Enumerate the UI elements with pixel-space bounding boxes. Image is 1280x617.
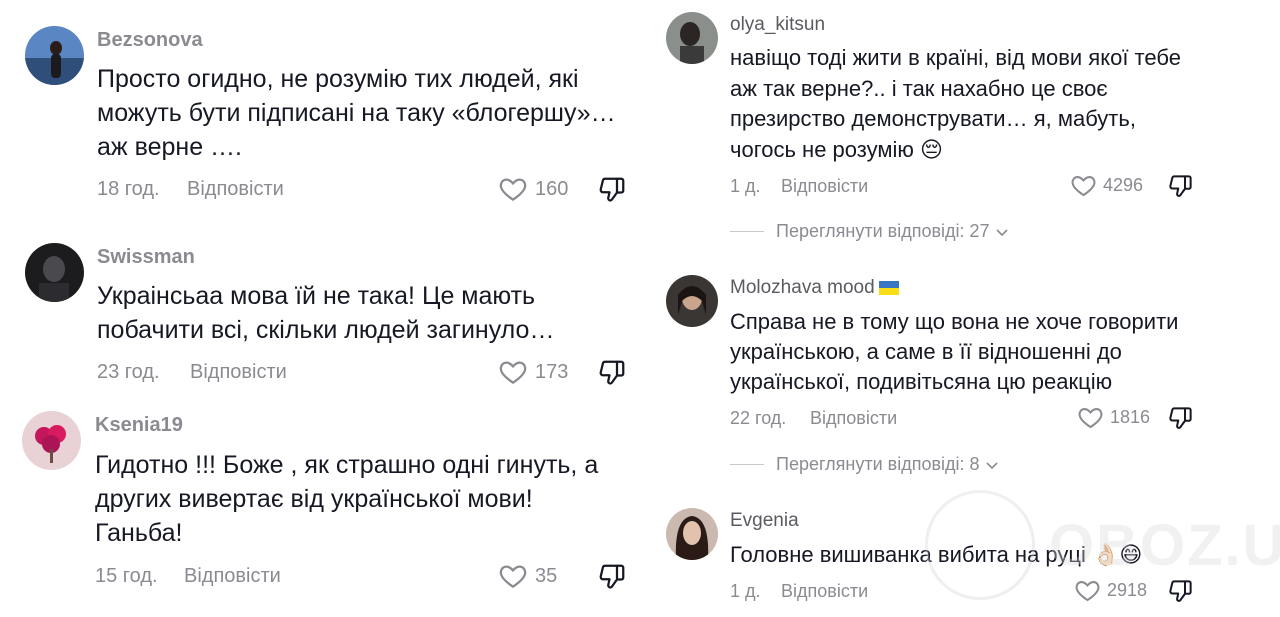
reply-button[interactable]: Відповісти — [781, 176, 868, 197]
avatar[interactable] — [666, 12, 718, 64]
watermark-circle-icon — [925, 490, 1035, 600]
reply-button[interactable]: Відповісти — [187, 178, 284, 201]
divider — [730, 464, 764, 465]
watermark-logo: OBOZ.UA — [925, 490, 1280, 600]
like-button[interactable]: 35 — [498, 561, 557, 591]
username[interactable]: Evgenia — [730, 510, 799, 532]
like-button[interactable]: 160 — [498, 174, 568, 204]
chevron-down-icon — [995, 228, 1008, 236]
dislike-icon — [1169, 175, 1192, 197]
chevron-down-icon — [985, 461, 998, 469]
dislike-button[interactable] — [1167, 405, 1194, 437]
timestamp: 22 год. — [730, 408, 787, 428]
comment-line: Справа не в тому що вона не хоче говорит… — [730, 309, 1179, 334]
comment-line: других вивертає від української мови! — [95, 485, 533, 513]
reply-button[interactable]: Відповісти — [810, 408, 897, 429]
view-replies-button[interactable]: Переглянути відповіді: 8 — [730, 454, 1000, 475]
dislike-icon — [599, 177, 625, 202]
heart-icon — [499, 178, 527, 201]
timestamp: 1 д. — [730, 176, 761, 196]
timestamp: 15 год. — [95, 565, 158, 587]
dislike-button[interactable] — [1167, 173, 1194, 205]
comment-text: Гидотно !!! Боже , як страшно одні гинут… — [95, 448, 598, 550]
comment-line: українською, а саме в її відношенні до — [730, 339, 1122, 364]
heart-icon — [1071, 176, 1096, 197]
comment-line: української, подивітьсяна цю реакцію — [730, 369, 1113, 394]
watermark-text: OBOZ.UA — [1049, 512, 1280, 578]
view-replies-label: Переглянути відповіді: 8 — [776, 454, 980, 474]
comment-text: Украінсьаа мова їй не така! Це мають поб… — [97, 279, 554, 347]
comment-line: навіщо тоді жити в країні, від мови якої… — [730, 45, 1181, 70]
comment-line: побачити всі, скільки людей загинуло… — [97, 316, 555, 344]
reply-button[interactable]: Відповісти — [184, 565, 281, 588]
username[interactable]: Swissman — [97, 246, 195, 269]
username[interactable]: Ksenia19 — [95, 414, 183, 437]
comment-line: Ганьба! — [95, 519, 183, 547]
avatar[interactable] — [25, 26, 84, 85]
timestamp: 1 д. — [730, 581, 761, 601]
comment-line: Гидотно !!! Боже , як страшно одні гинут… — [95, 451, 599, 479]
like-count: 160 — [535, 177, 569, 200]
like-count: 35 — [535, 564, 558, 587]
heart-icon — [499, 565, 527, 588]
comment-line: аж верне …. — [97, 133, 242, 161]
dislike-icon — [599, 360, 625, 385]
divider — [730, 231, 764, 232]
comment-line: Просто огидно, не розумію тих людей, які — [97, 65, 579, 93]
avatar[interactable] — [25, 243, 84, 302]
like-button[interactable]: 4296 — [1070, 172, 1143, 199]
view-replies-label: Переглянути відповіді: 27 — [776, 221, 990, 241]
timestamp: 23 год. — [97, 361, 160, 383]
like-button[interactable]: 1816 — [1077, 404, 1150, 431]
ukraine-flag-icon — [878, 280, 899, 295]
dislike-button[interactable] — [597, 562, 627, 597]
timestamp: 18 год. — [97, 178, 160, 200]
username[interactable]: olya_kitsun — [730, 14, 825, 36]
comment-text: Просто огидно, не розумію тих людей, які… — [97, 62, 616, 164]
comment-line: аж так верне?.. і так нахабно це своє — [730, 75, 1108, 101]
reply-button[interactable]: Відповісти — [190, 361, 287, 384]
comment-line: презирство демонструвати… я, мабуть, — [730, 106, 1136, 131]
dislike-icon — [599, 564, 625, 589]
heart-icon — [499, 361, 527, 384]
dislike-icon — [1169, 407, 1192, 429]
comment-text: Справа не в тому що вона не хоче говорит… — [730, 307, 1178, 397]
dislike-button[interactable] — [597, 175, 627, 210]
like-count: 4296 — [1103, 175, 1144, 195]
avatar[interactable] — [666, 275, 718, 327]
comment-line: можуть бути підписані на таку «блогершу»… — [97, 99, 616, 127]
comment-line: Украінсьаа мова їй не така! Це мають — [97, 282, 536, 310]
username[interactable]: Bezsonova — [97, 29, 203, 52]
like-count: 173 — [535, 360, 569, 383]
view-replies-button[interactable]: Переглянути відповіді: 27 — [730, 221, 1010, 242]
comment-text: навіщо тоді жити в країні, від мови якої… — [730, 43, 1181, 165]
username[interactable]: Molozhava mood — [730, 277, 899, 299]
comment-line: чогось не розумію 😔 — [730, 136, 943, 162]
avatar[interactable] — [666, 508, 718, 560]
heart-icon — [1078, 408, 1103, 429]
avatar[interactable] — [22, 411, 81, 470]
like-button[interactable]: 173 — [498, 357, 568, 387]
reply-button[interactable]: Відповісти — [781, 581, 868, 602]
like-count: 1816 — [1110, 407, 1151, 427]
dislike-button[interactable] — [597, 358, 627, 393]
username-text: Molozhava mood — [730, 277, 875, 298]
